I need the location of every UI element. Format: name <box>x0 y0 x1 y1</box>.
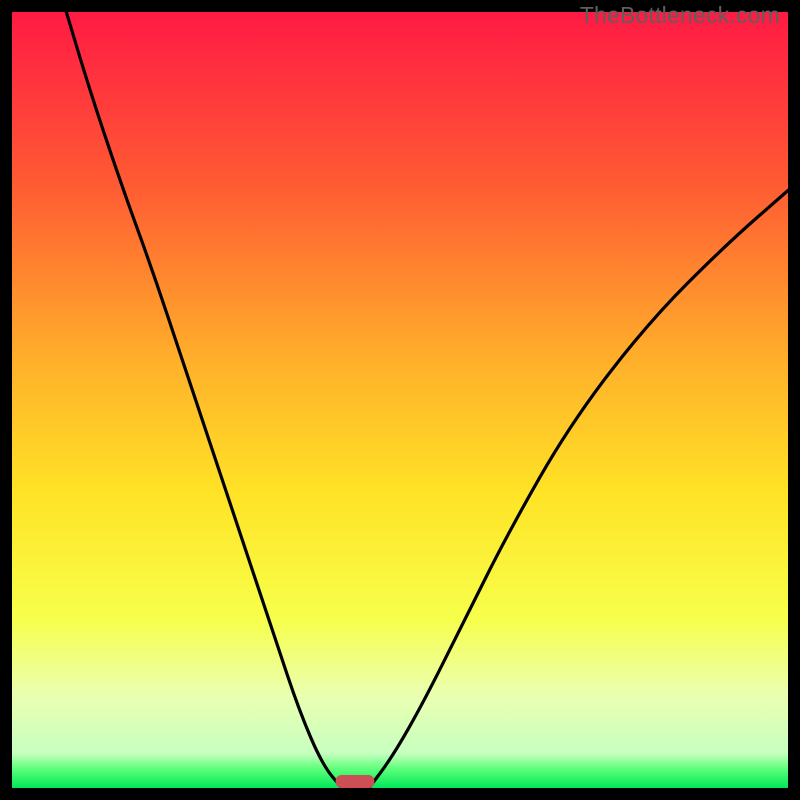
chart-frame <box>12 12 788 788</box>
watermark-text: TheBottleneck.com <box>580 2 780 29</box>
chart-svg <box>12 12 788 788</box>
gradient-background <box>12 12 788 788</box>
bottleneck-marker <box>336 775 375 788</box>
